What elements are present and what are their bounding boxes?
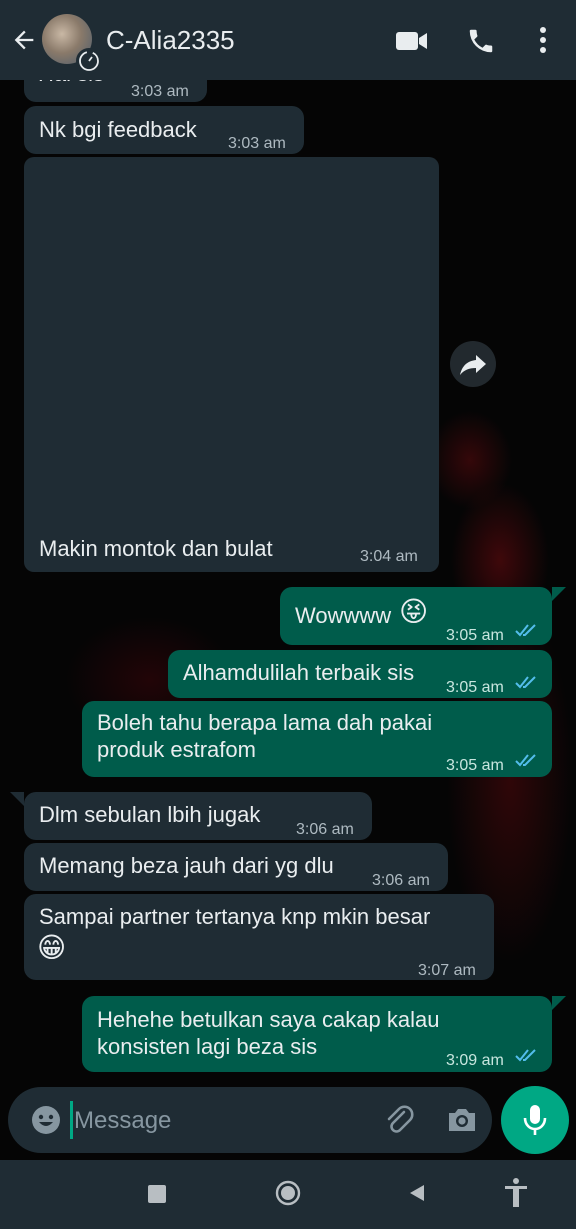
message-incoming[interactable]: Memang beza jauh dari yg dlu 3:06 am	[24, 843, 448, 891]
accessibility-icon[interactable]	[502, 1177, 530, 1209]
message-text-line: Hehehe betulkan saya cakap kalau	[97, 1007, 440, 1032]
message-time: 3:03 am	[131, 83, 189, 100]
camera-icon[interactable]	[445, 1104, 479, 1136]
more-options-icon[interactable]	[530, 24, 556, 56]
message-outgoing[interactable]: Boleh tahu berapa lama dah pakai produk …	[82, 701, 552, 777]
forward-button[interactable]	[450, 341, 496, 387]
voice-call-icon[interactable]	[466, 26, 496, 56]
emoji-icon[interactable]	[30, 1104, 62, 1136]
microphone-icon	[523, 1105, 547, 1135]
chat-header: C-Alia2335	[0, 0, 576, 80]
message-time: 3:05 am	[446, 757, 504, 774]
message-incoming[interactable]: Nk bgi feedback 3:03 am	[24, 106, 304, 154]
image-message[interactable]	[24, 157, 439, 572]
forward-icon	[460, 355, 486, 375]
disappearing-timer-icon	[76, 48, 102, 74]
message-outgoing[interactable]: Wowwww 😝 3:05 am	[280, 587, 552, 645]
read-ticks-icon	[515, 1049, 536, 1062]
message-text: Wowwww	[295, 603, 392, 628]
message-time: 3:05 am	[446, 679, 504, 696]
attachment-icon[interactable]	[382, 1103, 416, 1137]
recent-apps-icon[interactable]	[148, 1185, 166, 1203]
message-time: 3:09 am	[446, 1052, 504, 1069]
message-input[interactable]	[72, 1105, 366, 1137]
message-time: 3:06 am	[372, 872, 430, 889]
message-time: 3:04 am	[360, 548, 418, 565]
bubble-tail	[552, 996, 566, 1010]
message-text: Dlm sebulan lbih jugak	[39, 802, 261, 827]
home-icon[interactable]	[275, 1180, 301, 1206]
bubble-tail	[10, 792, 24, 806]
message-incoming[interactable]: Sampai partner tertanya knp mkin besar 😁…	[24, 894, 494, 980]
message-text-line: produk estrafom	[97, 737, 256, 762]
message-text: Nk bgi feedback	[39, 117, 197, 142]
contact-name[interactable]: C-Alia2335	[106, 25, 235, 56]
message-time: 3:03 am	[228, 135, 286, 152]
emoji-tongue: 😝	[399, 596, 429, 627]
message-outgoing[interactable]: Hehehe betulkan saya cakap kalau konsist…	[82, 996, 552, 1072]
message-incoming[interactable]: Dlm sebulan lbih jugak 3:06 am	[24, 792, 372, 840]
read-ticks-icon	[515, 754, 536, 767]
message-text-line: Sampai partner tertanya knp mkin besar	[39, 904, 431, 929]
video-call-icon[interactable]	[394, 28, 430, 54]
read-ticks-icon	[515, 624, 536, 637]
message-time: 3:05 am	[446, 627, 504, 644]
emoji-grin: 😁	[37, 932, 67, 963]
message-time: 3:06 am	[296, 821, 354, 838]
message-composer	[8, 1087, 492, 1153]
message-outgoing[interactable]: Alhamdulilah terbaik sis 3:05 am	[168, 650, 552, 698]
back-arrow-icon[interactable]	[10, 26, 38, 54]
back-nav-icon[interactable]	[406, 1182, 428, 1204]
message-text-line: konsisten lagi beza sis	[97, 1034, 318, 1059]
message-text: Alhamdulilah terbaik sis	[183, 660, 415, 685]
message-text: Memang beza jauh dari yg dlu	[39, 853, 334, 878]
voice-message-button[interactable]	[501, 1086, 569, 1154]
image-caption: Makin montok dan bulat	[39, 536, 273, 561]
read-ticks-icon	[515, 676, 536, 689]
bubble-tail	[552, 587, 566, 601]
message-time: 3:07 am	[418, 962, 476, 979]
message-text-line: Boleh tahu berapa lama dah pakai	[97, 710, 433, 735]
